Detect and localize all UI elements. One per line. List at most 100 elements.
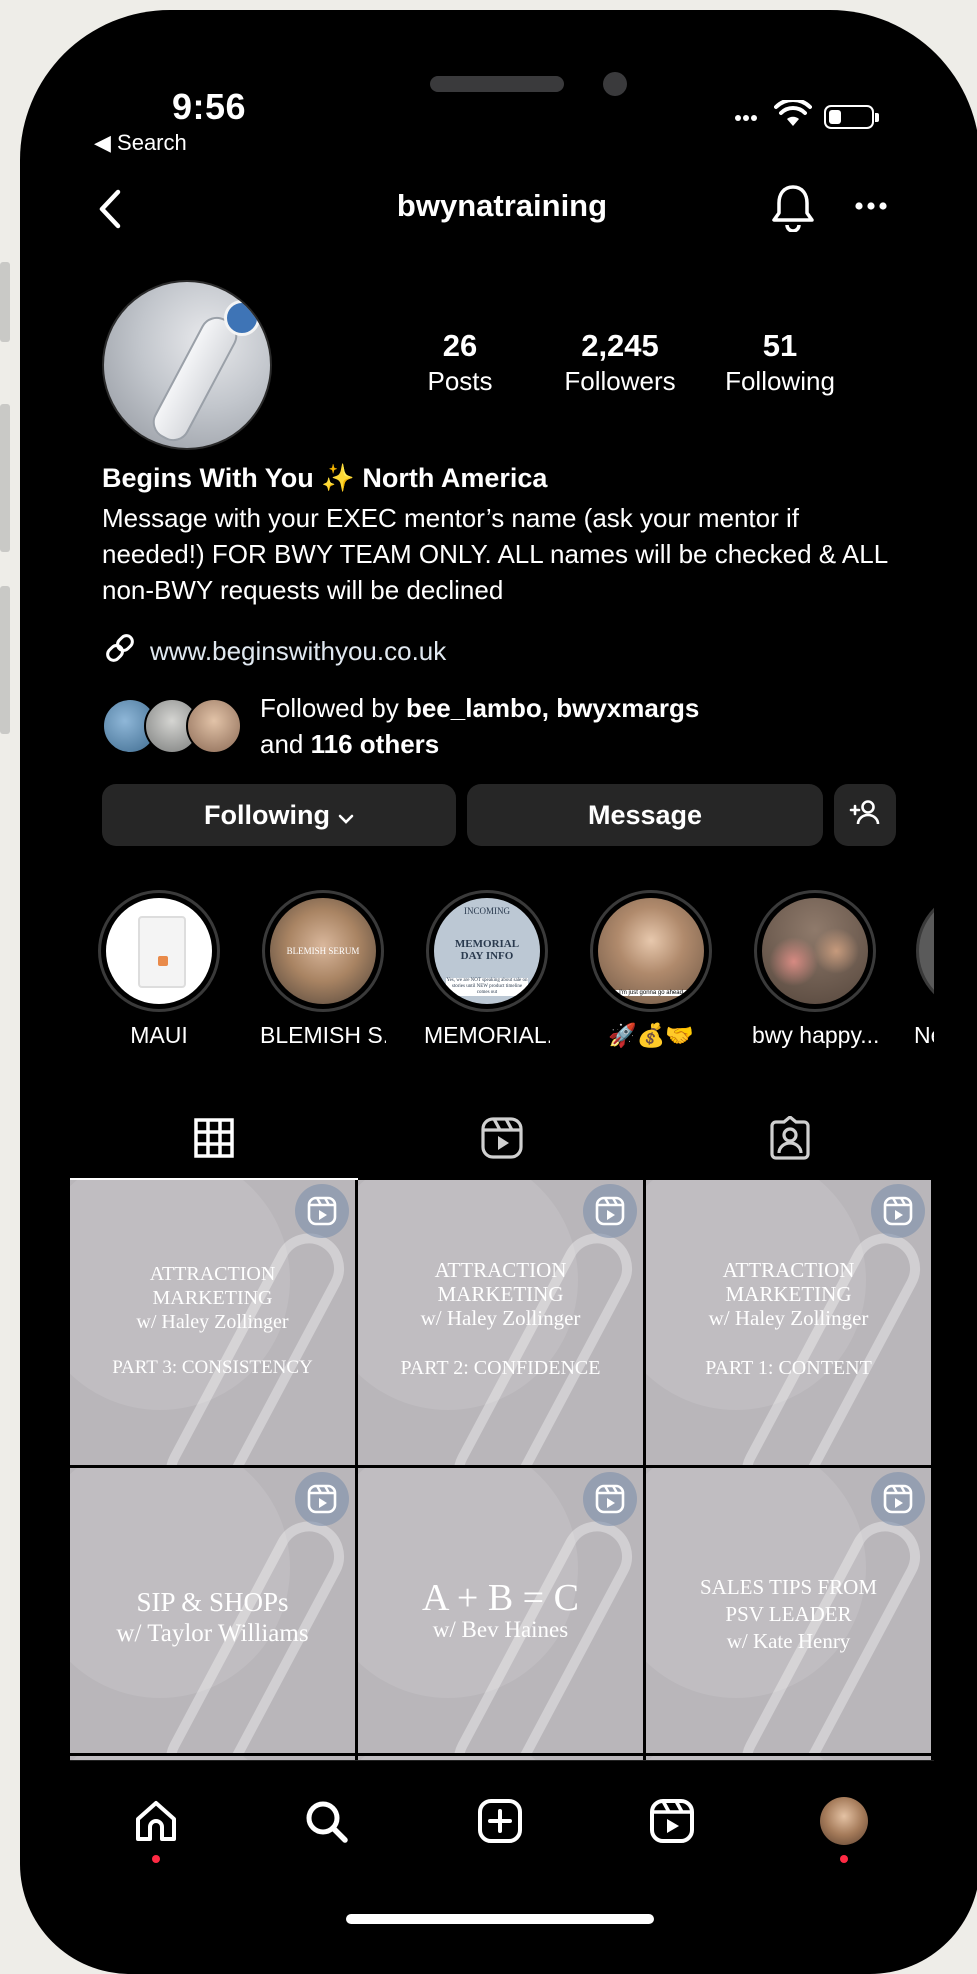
post-subtitle: w/ Taylor Williams: [116, 1620, 309, 1647]
stat-value: 51: [762, 328, 798, 363]
post-title: MARKETING: [152, 1287, 273, 1309]
post-part: PART 2: CONFIDENCE: [400, 1357, 601, 1379]
highlight-blemish-serum[interactable]: BLEMISH SERUM BLEMISH S...: [260, 890, 386, 1049]
following-label: Following: [204, 799, 330, 830]
stat-posts[interactable]: 26 Posts: [390, 328, 530, 398]
reel-icon: [295, 1472, 349, 1526]
highlight-rocket-money[interactable]: I'm just gonna go ahead 🚀💰🤝: [588, 890, 714, 1049]
reels-icon: [480, 1116, 524, 1165]
back-to-search-link[interactable]: ◀ Search: [94, 130, 187, 156]
profile-tab[interactable]: [820, 1797, 868, 1863]
highlight-label: BLEMISH S...: [260, 1022, 386, 1048]
grid-post[interactable]: ATTRACTION MARKETING w/ Haley Zollinger …: [358, 1180, 643, 1465]
profile-tabs: [70, 1100, 934, 1180]
reels-icon: [648, 1799, 696, 1849]
message-label: Message: [587, 799, 703, 830]
stat-label: Followers: [564, 366, 676, 396]
grid-post[interactable]: ATTRACTION MARKETING w/ Haley Zollinger …: [70, 1180, 355, 1465]
notch: [258, 60, 746, 128]
tagged-icon: [768, 1114, 812, 1165]
highlight-label: bwy happy...: [752, 1022, 878, 1048]
highlight-memorial[interactable]: INCOMING MEMORIAL DAY INFO Yes, we are N…: [424, 890, 550, 1049]
bio-text: Message with your EXEC mentor’s name (as…: [102, 503, 888, 605]
side-button: [0, 404, 10, 552]
highlight-maui[interactable]: MAUI: [96, 890, 222, 1049]
following-button[interactable]: Following: [102, 784, 456, 846]
post-subtitle: w/ Kate Henry: [726, 1629, 851, 1653]
post-title: MARKETING: [725, 1282, 852, 1306]
highlight-label: MAUI: [130, 1022, 188, 1048]
post-subtitle: w/ Haley Zollinger: [136, 1311, 289, 1333]
screen: 9:56 ◀ Search bwynatraining 26 Posts 2,2…: [70, 60, 934, 1932]
stat-value: 26: [442, 328, 478, 363]
tab-tagged[interactable]: [646, 1100, 934, 1180]
tab-reels[interactable]: [358, 1100, 646, 1180]
grid-post[interactable]: ATTRACTION MARKETING w/ Haley Zollinger …: [646, 1180, 931, 1465]
highlight-label: Ne: [914, 1022, 934, 1048]
post-title: ATTRACTION: [149, 1263, 276, 1285]
bio-link-text: www.beginswithyou.co.uk: [150, 636, 447, 666]
add-user-icon: [849, 798, 881, 833]
home-icon: [132, 1801, 180, 1849]
grid-post[interactable]: A + B = C w/ Bev Haines: [358, 1468, 643, 1753]
follower-avatar: [186, 698, 242, 754]
side-button: [0, 586, 10, 734]
message-button[interactable]: Message: [467, 784, 823, 846]
profile-avatar[interactable]: [102, 280, 272, 450]
post-part: PART 1: CONTENT: [705, 1357, 872, 1379]
reel-icon: [583, 1184, 637, 1238]
status-icons: [734, 97, 879, 133]
highlight-label: 🚀💰🤝: [608, 1022, 694, 1048]
status-time: 9:56: [172, 86, 247, 127]
bio-link[interactable]: www.beginswithyou.co.uk: [102, 630, 446, 673]
bio-name: Begins With You ✨ North America: [102, 463, 548, 493]
highlight-label: MEMORIAL...: [424, 1022, 550, 1048]
side-button: [0, 262, 10, 342]
camera: [603, 72, 627, 96]
reel-icon: [295, 1184, 349, 1238]
highlight-bwy-happy[interactable]: bwy happy...: [752, 890, 878, 1049]
reel-icon: [583, 1472, 637, 1526]
stat-followers[interactable]: 2,245 Followers: [550, 328, 690, 398]
post-subtitle: w/ Bev Haines: [432, 1617, 569, 1642]
plus-square-icon: [476, 1799, 524, 1849]
stat-label: Posts: [427, 366, 493, 396]
post-subtitle: w/ Haley Zollinger: [420, 1306, 581, 1330]
wifi-icon: [774, 97, 812, 133]
post-title: A + B = C: [422, 1577, 579, 1619]
grid-post[interactable]: SALES TIPS FROM PSV LEADER w/ Kate Henry: [646, 1468, 931, 1753]
stat-following[interactable]: 51 Following: [710, 328, 850, 398]
battery-icon: [824, 104, 879, 129]
post-part: PART 3: CONSISTENCY: [112, 1357, 313, 1378]
more-options-icon[interactable]: [854, 198, 888, 216]
bottom-tab-bar: [70, 1760, 934, 1932]
reel-icon: [871, 1472, 925, 1526]
suggest-user-button[interactable]: [834, 784, 896, 846]
highlight-new[interactable]: Ne: [914, 890, 934, 1049]
home-tab[interactable]: [132, 1797, 180, 1863]
post-title: SIP & SHOPs: [136, 1587, 289, 1617]
reel-icon: [871, 1184, 925, 1238]
post-title: MARKETING: [437, 1282, 564, 1306]
stat-label: Following: [725, 366, 835, 396]
grid-post[interactable]: SIP & SHOPs w/ Taylor Williams: [70, 1468, 355, 1753]
post-title: SALES TIPS FROM: [699, 1575, 877, 1599]
home-indicator[interactable]: [346, 1914, 654, 1924]
notification-dot: [152, 1855, 160, 1863]
bell-icon[interactable]: [770, 182, 816, 237]
grid-icon: [193, 1117, 235, 1164]
followed-by-text: Followed by bee_lambo, bwyxmargs and 116…: [260, 693, 700, 759]
post-title: ATTRACTION: [434, 1258, 567, 1282]
search-icon: [302, 1801, 350, 1849]
followed-by[interactable]: Followed by bee_lambo, bwyxmargs and 116…: [102, 690, 699, 762]
reels-tab[interactable]: [648, 1797, 696, 1850]
search-tab[interactable]: [302, 1797, 350, 1850]
post-subtitle: w/ Haley Zollinger: [708, 1306, 869, 1330]
link-icon: [102, 630, 138, 673]
stat-value: 2,245: [581, 328, 659, 363]
tab-grid[interactable]: [70, 1100, 358, 1180]
create-tab[interactable]: [476, 1797, 524, 1850]
profile-avatar-small: [820, 1797, 868, 1845]
chevron-down-icon: [338, 800, 354, 831]
post-title: PSV LEADER: [725, 1602, 852, 1626]
